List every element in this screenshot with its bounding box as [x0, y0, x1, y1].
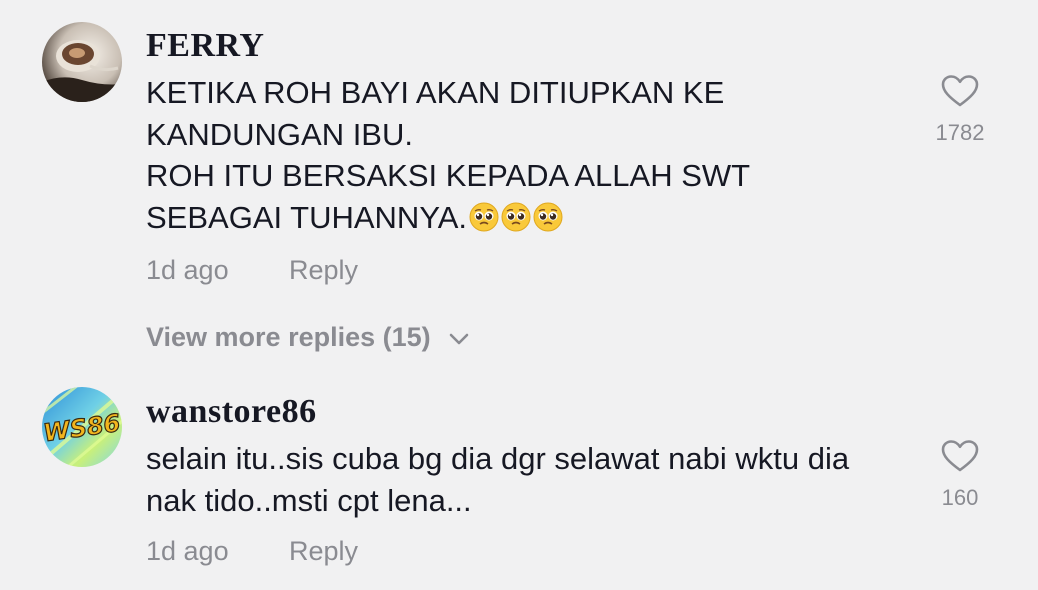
comment-text-line: KETIKA ROH BAYI AKAN DITIUPKAN KE	[146, 75, 725, 110]
comment-text-line: nak tido..msti cpt lena...	[146, 482, 472, 518]
pleading-face-emoji-icon	[533, 202, 563, 231]
like-count: 160	[941, 485, 979, 510]
comment-text-line-content: SEBAGAI TUHANNYA.	[146, 199, 467, 235]
like-button[interactable]: 1782	[920, 74, 1000, 146]
comment-username[interactable]: wanstore86	[146, 392, 317, 432]
pleading-face-emoji-icon	[501, 202, 531, 231]
avatar[interactable]: WS86	[42, 387, 122, 467]
comment-timestamp: 1d ago	[146, 536, 229, 566]
reply-button[interactable]: Reply	[289, 254, 358, 286]
comment-text-line: SEBAGAI TUHANNYA.	[146, 197, 886, 239]
reply-button[interactable]: Reply	[289, 535, 358, 567]
like-count: 1782	[935, 120, 985, 145]
coffee-cup-avatar-image	[42, 22, 122, 102]
comment-text-line: selain itu..sis cuba bg dia dgr selawat …	[146, 441, 850, 476]
comment-text: KETIKA ROH BAYI AKAN DITIUPKAN KE KANDUN…	[146, 72, 886, 238]
heart-outline-icon	[941, 440, 979, 472]
avatar[interactable]	[42, 22, 122, 102]
comment-timestamp: 1d ago	[146, 255, 229, 285]
view-more-replies-button[interactable]: View more replies (15)	[146, 321, 470, 353]
pleading-face-emoji-icon	[469, 202, 499, 231]
ws86-logo-avatar-image: WS86	[42, 387, 122, 467]
comment-username[interactable]: FERRY	[146, 26, 264, 66]
view-more-replies-label: View more replies (15)	[146, 322, 431, 352]
heart-outline-icon	[941, 75, 979, 107]
comment-text-line: ROH ITU BERSAKSI KEPADA ALLAH SWT	[146, 158, 751, 193]
comment-text: selain itu..sis cuba bg dia dgr selawat …	[146, 438, 886, 521]
chevron-down-icon	[449, 333, 469, 345]
like-button[interactable]: 160	[920, 439, 1000, 511]
comment-text-line: KANDUNGAN IBU.	[146, 116, 413, 152]
